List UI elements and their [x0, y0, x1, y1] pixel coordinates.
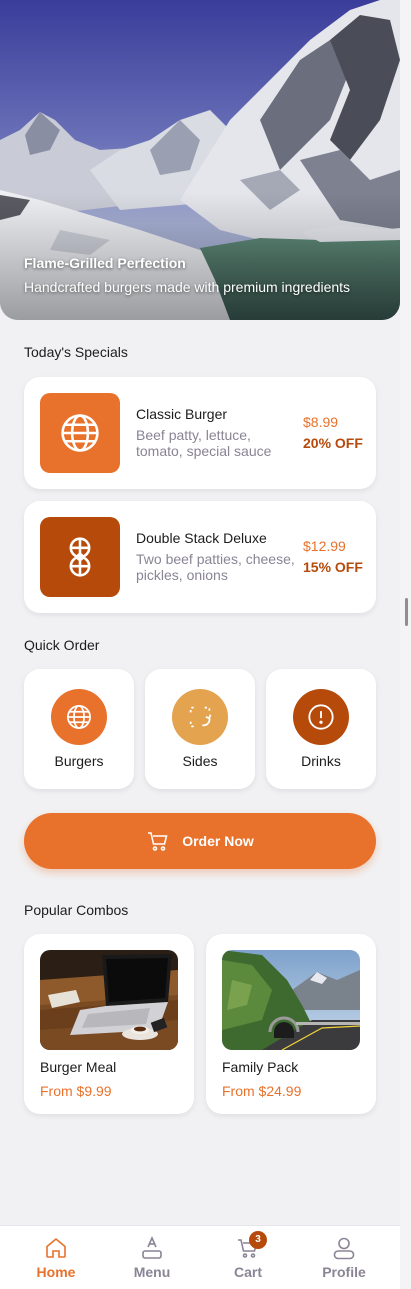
- mountain-road-tunnel-photo: [222, 950, 360, 1050]
- globe-icon: [67, 705, 91, 729]
- order-now-button[interactable]: Order Now: [24, 813, 376, 869]
- special-price: $12.99: [303, 538, 346, 554]
- laptop-coffee-photo: [40, 950, 178, 1050]
- combo-name: Family Pack: [222, 1059, 299, 1075]
- nav-item-cart[interactable]: Cart: [198, 1226, 298, 1289]
- quick-order-circle: [51, 689, 107, 745]
- nav-label: Profile: [322, 1264, 366, 1280]
- nav-item-menu[interactable]: Menu: [102, 1226, 202, 1289]
- combo-price: From $24.99: [222, 1083, 302, 1099]
- quick-order-label: Burgers: [54, 753, 104, 769]
- special-description: Two beef patties, cheese, pickles, onion…: [136, 551, 295, 583]
- cart-count-badge: 3: [249, 1231, 267, 1249]
- order-now-label: Order Now: [182, 833, 254, 849]
- menu-icon: [142, 1236, 162, 1259]
- quick-order-label: Drinks: [301, 753, 341, 769]
- alert-circle-icon: [308, 704, 334, 730]
- nav-label: Menu: [133, 1264, 171, 1280]
- quick-order-label: Sides: [182, 753, 218, 769]
- stacked-burger-icon: [69, 537, 91, 577]
- hero-title: Flame-Grilled Perfection: [24, 255, 186, 271]
- special-discount: 20% OFF: [303, 435, 363, 451]
- combo-card-family-pack[interactable]: Family Pack From $24.99: [206, 934, 376, 1114]
- quick-order-circle: [293, 689, 349, 745]
- special-card-double-stack[interactable]: Double Stack Deluxe Two beef patties, ch…: [24, 501, 376, 613]
- specials-heading: Today's Specials: [24, 344, 128, 360]
- quick-order-drinks[interactable]: Drinks: [266, 669, 376, 789]
- combo-name: Burger Meal: [40, 1059, 117, 1075]
- special-description: Beef patty, lettuce, tomato, special sau…: [136, 427, 272, 459]
- combo-card-burger-meal[interactable]: Burger Meal From $9.99: [24, 934, 194, 1114]
- hero-subtitle: Handcrafted burgers made with premium in…: [24, 279, 351, 295]
- special-thumb: [40, 393, 120, 473]
- special-thumb: [40, 517, 120, 597]
- globe-icon: [61, 414, 99, 452]
- special-card-classic-burger[interactable]: Classic Burger Beef patty, lettuce, toma…: [24, 377, 376, 489]
- hero-banner[interactable]: Flame-Grilled Perfection Handcrafted bur…: [0, 0, 400, 320]
- nav-item-profile[interactable]: Profile: [294, 1226, 394, 1289]
- cart-icon: [148, 832, 168, 851]
- hero-mountain-image: [0, 0, 400, 320]
- profile-icon: [333, 1237, 355, 1260]
- home-icon: [46, 1237, 66, 1258]
- nav-label: Home: [36, 1264, 76, 1280]
- special-name: Double Stack Deluxe: [136, 530, 267, 546]
- home-screen: Flame-Grilled Perfection Handcrafted bur…: [0, 0, 400, 1289]
- quick-order-heading: Quick Order: [24, 637, 100, 653]
- page-scrollbar[interactable]: [400, 0, 411, 1289]
- popular-combos-heading: Popular Combos: [24, 902, 129, 918]
- quick-order-burgers[interactable]: Burgers: [24, 669, 134, 789]
- nav-item-home[interactable]: Home: [6, 1226, 106, 1289]
- combo-price: From $9.99: [40, 1083, 112, 1099]
- scan-rotate-icon: [189, 706, 212, 728]
- special-price: $8.99: [303, 414, 339, 430]
- bottom-navigation: Home Menu Cart Profile: [0, 1225, 400, 1289]
- quick-order-sides[interactable]: Sides: [145, 669, 255, 789]
- scrollbar-thumb[interactable]: [405, 598, 408, 626]
- quick-order-circle: [172, 689, 228, 745]
- special-discount: 15% OFF: [303, 559, 363, 575]
- special-name: Classic Burger: [136, 406, 228, 422]
- nav-label: Cart: [233, 1264, 262, 1280]
